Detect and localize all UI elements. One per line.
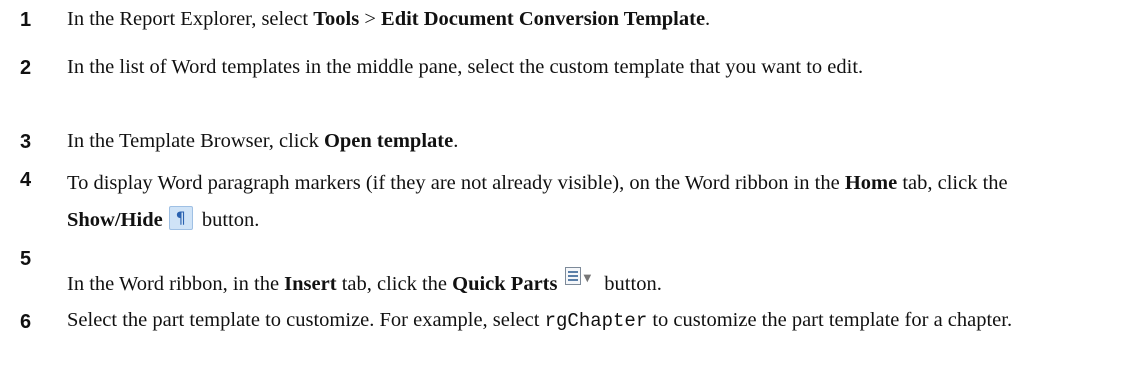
step-number: 5 <box>20 248 32 270</box>
home-tab-label: Home <box>844 172 898 194</box>
pilcrow-icon: ¶ <box>168 206 193 230</box>
step-text: In the Word ribbon, in the Insert tab, c… <box>67 264 1107 299</box>
menu-tools: Tools <box>313 8 360 30</box>
step-text: To display Word paragraph markers (if th… <box>67 172 1008 231</box>
step-number: 6 <box>20 311 32 333</box>
menu-edit-document-conversion-template: Edit Document Conversion Template <box>381 8 706 30</box>
step-text: In the Template Browser, click Open temp… <box>67 130 459 152</box>
show-hide-label: Show/Hide <box>67 209 163 231</box>
step-number: 1 <box>20 9 32 31</box>
code-rgchapter: rgChapter <box>544 310 648 332</box>
quick-parts-label: Quick Parts <box>452 273 558 295</box>
step-number: 4 <box>20 169 32 191</box>
insert-tab-label: Insert <box>284 273 337 295</box>
step-number: 3 <box>20 131 32 153</box>
step-text: In the Report Explorer, select Tools > E… <box>67 8 711 30</box>
open-template-label: Open template <box>323 130 454 152</box>
quick-parts-icon <box>565 267 582 285</box>
step-text: Select the part template to customize. F… <box>67 309 1013 332</box>
step-text: In the list of Word templates in the mid… <box>67 56 864 78</box>
chevron-down-icon: ▼ <box>583 273 592 284</box>
step-number: 2 <box>20 57 32 79</box>
